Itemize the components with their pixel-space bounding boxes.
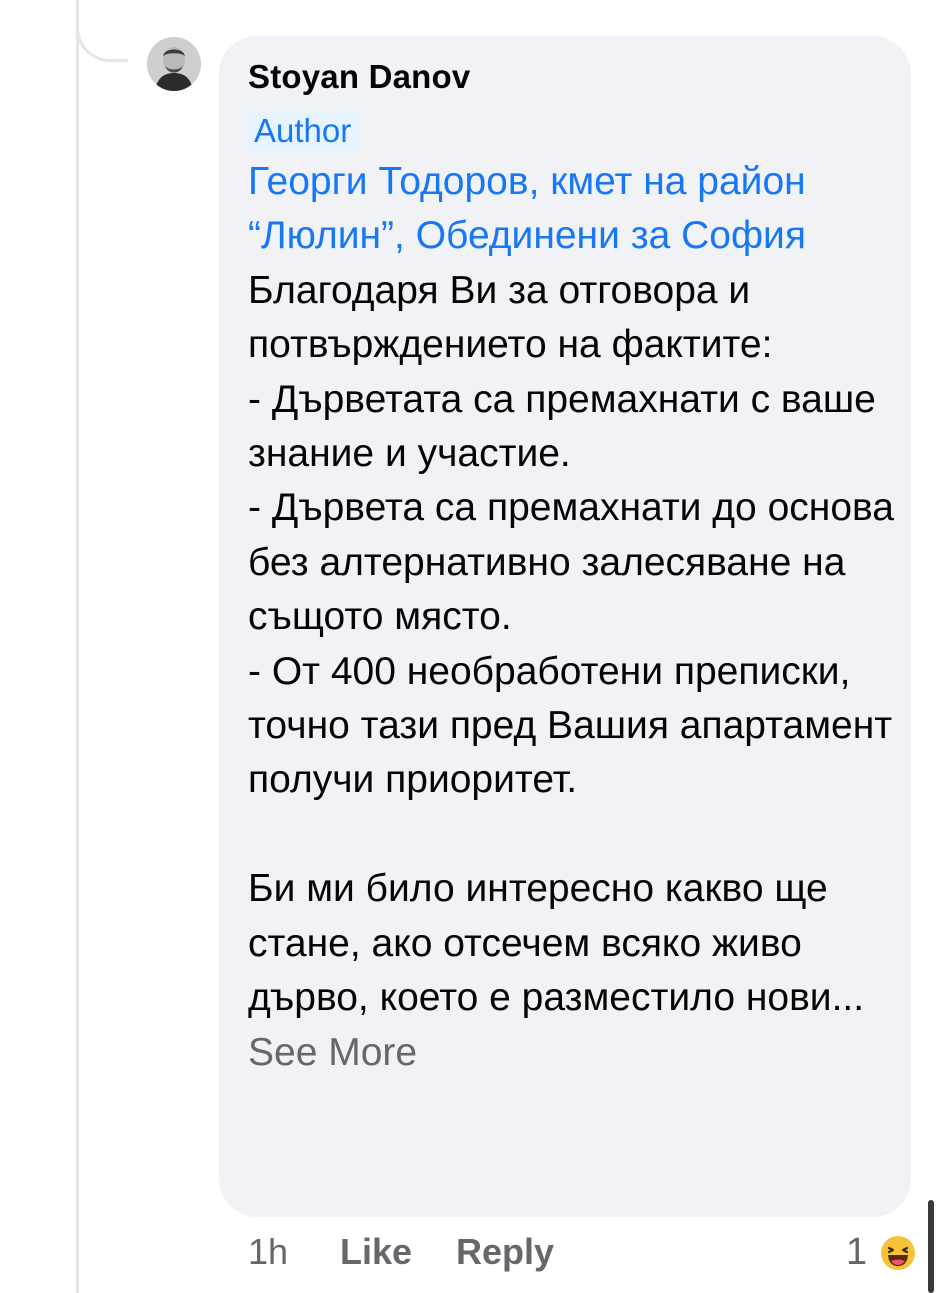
thread-connector-curve — [76, 0, 128, 62]
see-more-link[interactable]: See More — [248, 1031, 417, 1074]
comment-author-name[interactable]: Stoyan Danov — [248, 58, 470, 96]
reaction-count[interactable]: 1 — [846, 1227, 867, 1277]
scrollbar[interactable] — [928, 1200, 934, 1293]
comment-thread: Stoyan Danov Author Георги Тодоров, кмет… — [0, 0, 945, 1293]
mention-link[interactable]: Георги Тодоров, кмет на район “Люлин”, О… — [248, 160, 817, 257]
avatar[interactable] — [147, 37, 201, 91]
comment-body-text: Благодаря Ви за отговора и потвърждениет… — [248, 268, 894, 1020]
reply-button[interactable]: Reply — [456, 1227, 554, 1277]
thread-connector-line — [76, 0, 79, 1293]
comment-text: Георги Тодоров, кмет на район “Люлин”, О… — [248, 155, 898, 1080]
haha-emoji-icon[interactable] — [878, 1233, 918, 1273]
like-button[interactable]: Like — [340, 1227, 412, 1277]
truncation-ellipsis: ... — [831, 976, 875, 1020]
author-badge: Author — [246, 110, 360, 152]
comment-timestamp[interactable]: 1h — [248, 1227, 288, 1277]
avatar-photo-icon — [147, 37, 201, 91]
